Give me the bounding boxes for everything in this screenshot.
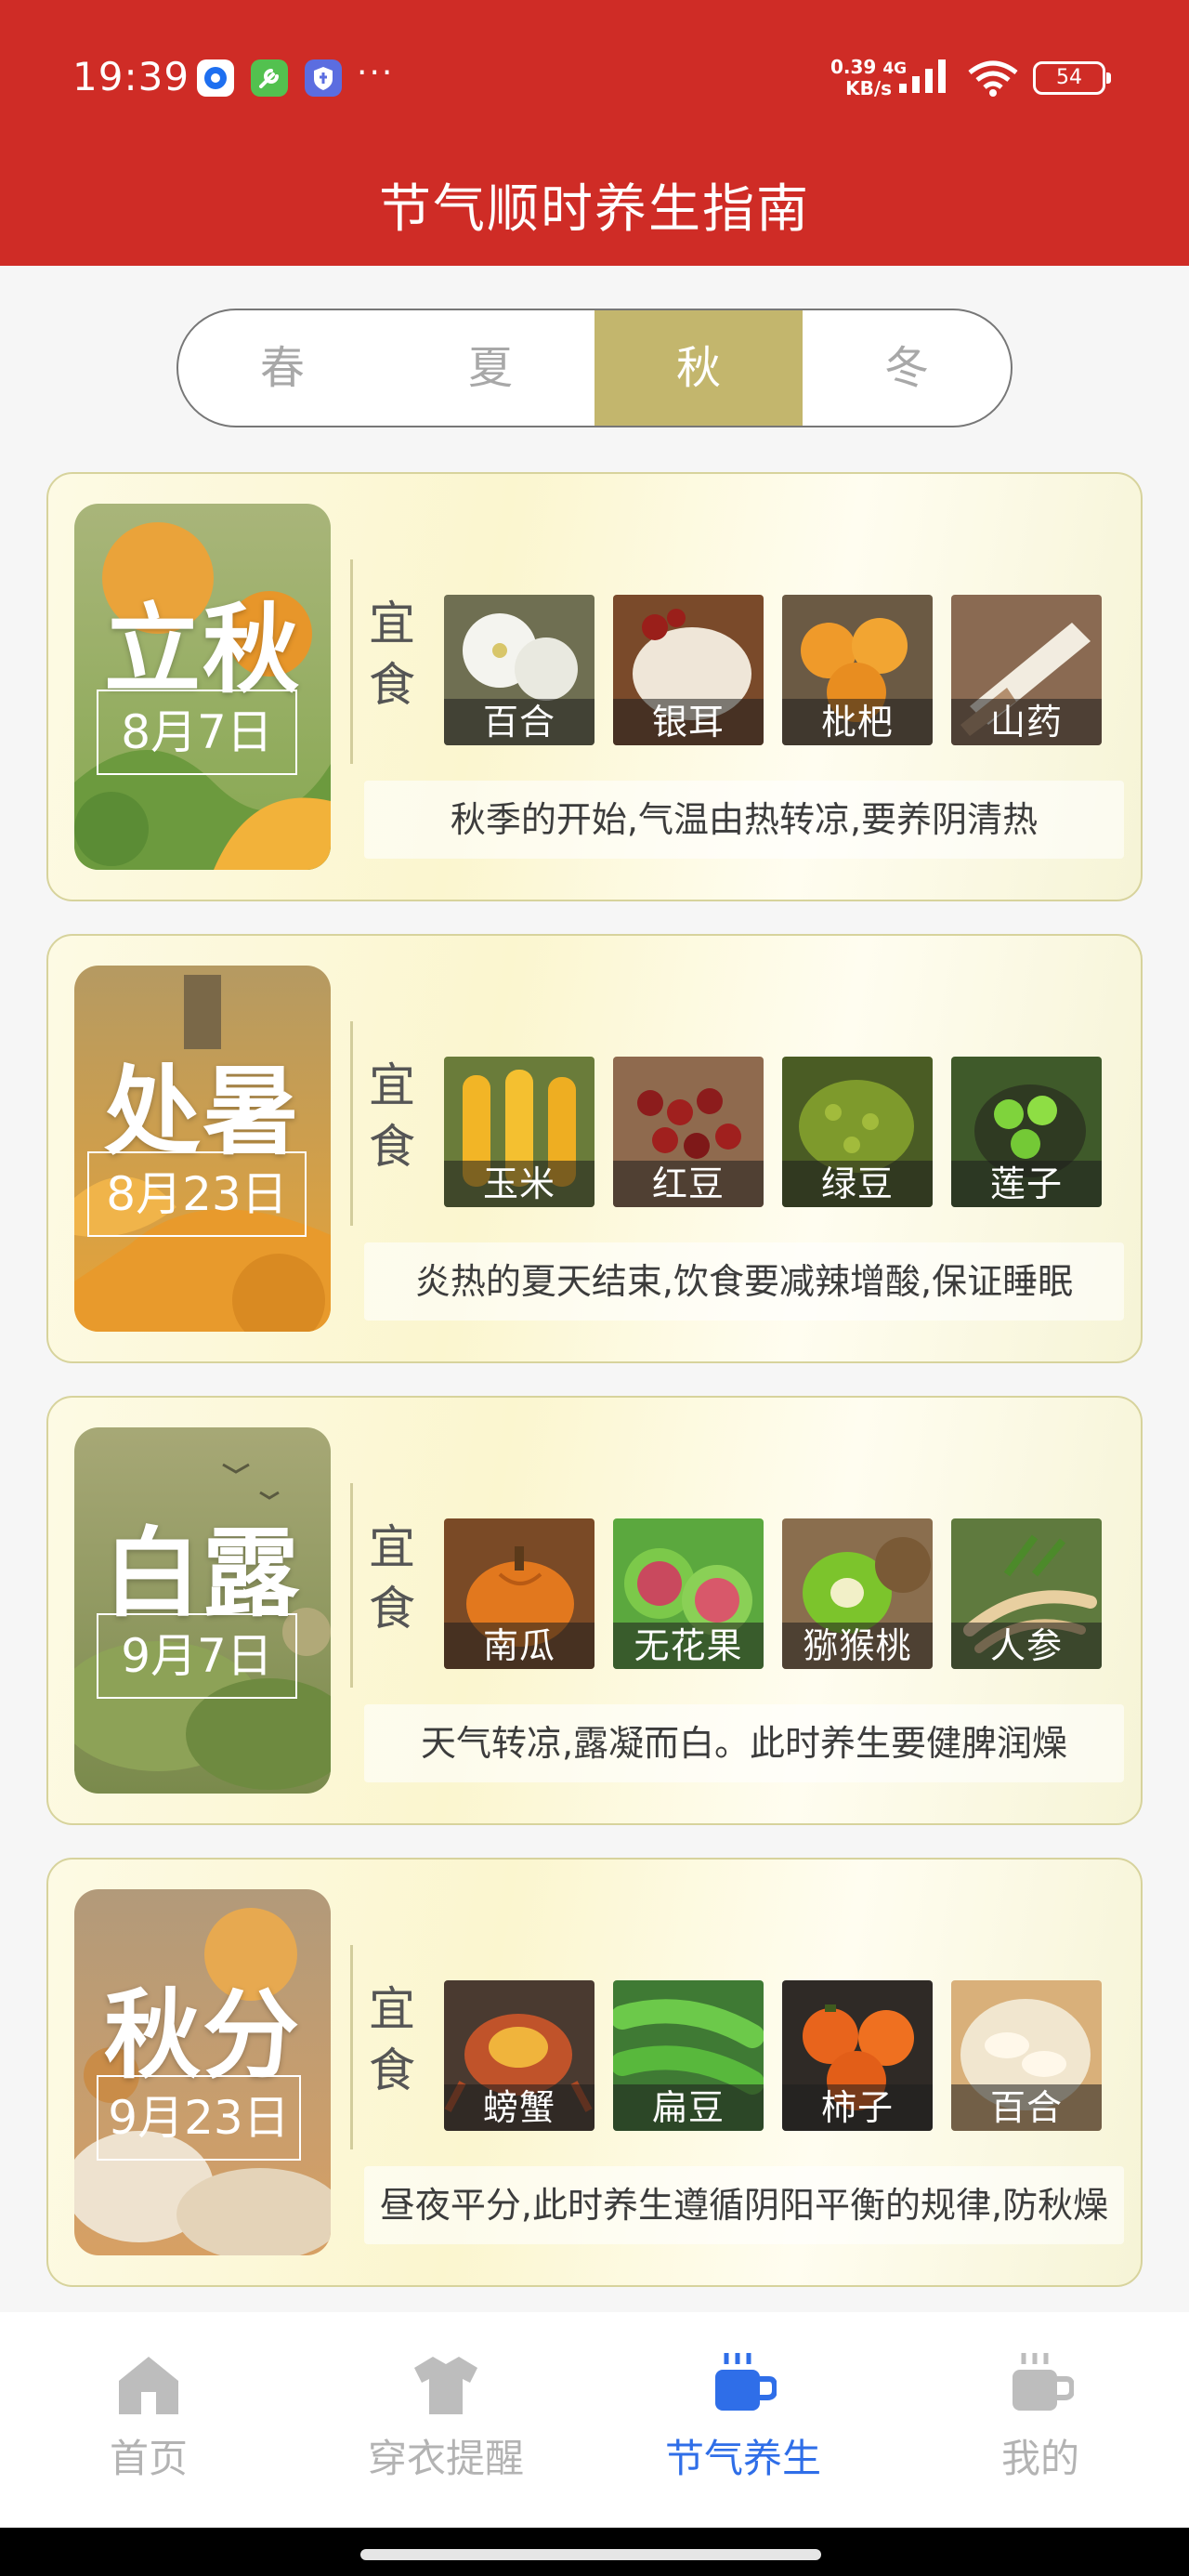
divider: [350, 1945, 353, 2149]
solar-term-description: 天气转凉,露凝而白。此时养生要健脾润燥: [364, 1704, 1124, 1782]
food-list: 南瓜 无花果 猕猴桃 人参: [444, 1518, 1105, 1669]
solar-term-description: 昼夜平分,此时养生遵循阴阳平衡的规律,防秋燥: [364, 2166, 1124, 2244]
food-item[interactable]: 绿豆: [782, 1057, 933, 1207]
solar-term-image: 处暑 8月23日: [74, 966, 331, 1332]
solar-term-image: 白露 9月7日: [74, 1427, 331, 1794]
tab-spring[interactable]: 春: [178, 310, 386, 426]
solar-term-card-chushu[interactable]: 处暑 8月23日 宜食 玉米 红豆 绿豆 莲子 炎热的夏天结束,饮食要减辣增酸,…: [46, 934, 1143, 1363]
solar-term-date: 8月7日: [97, 690, 297, 775]
shield-app-icon: [305, 59, 342, 97]
food-item[interactable]: 莲子: [951, 1057, 1102, 1207]
battery-icon: 54: [1033, 61, 1111, 95]
suitable-food-label: 宜食: [369, 1982, 415, 2097]
solar-term-description: 秋季的开始,气温由热转凉,要养阴清热: [364, 781, 1124, 859]
top-bar: 19:39 ··· 0.39 4G KB/s 54 节气顺时养生指南: [0, 0, 1189, 266]
divider: [350, 1483, 353, 1688]
food-item[interactable]: 百合: [444, 595, 594, 745]
food-item[interactable]: 玉米: [444, 1057, 594, 1207]
wifi-icon: [968, 60, 1018, 97]
food-item[interactable]: 山药: [951, 595, 1102, 745]
season-tabs: 春 夏 秋 冬: [176, 309, 1013, 427]
food-list: 百合 银耳 枇杷 山药: [444, 595, 1105, 745]
solar-term-date: 9月23日: [97, 2075, 301, 2161]
solar-term-image: 秋分 9月23日: [74, 1889, 331, 2255]
solar-term-card-qiufen[interactable]: 秋分 9月23日 宜食 螃蟹 扁豆 柿子 百合 昼夜平分,此时养生遵循阴阳平衡的…: [46, 1858, 1143, 2287]
nav-clothing-reminder[interactable]: 穿衣提醒: [334, 2351, 557, 2484]
home-indicator[interactable]: [360, 2549, 821, 2560]
solar-term-date: 9月7日: [97, 1613, 297, 1699]
food-item[interactable]: 柿子: [782, 1980, 933, 2131]
solar-term-date: 8月23日: [87, 1151, 307, 1237]
solar-term-image: 立秋 8月7日: [74, 504, 331, 870]
suitable-food-label: 宜食: [369, 597, 415, 712]
network-speed: 0.39 4G KB/s: [830, 56, 908, 99]
more-notifications-icon: ···: [357, 54, 395, 92]
cup-icon: [1013, 2353, 1074, 2411]
food-item[interactable]: 银耳: [613, 595, 764, 745]
nav-solar-term-health[interactable]: 节气养生: [632, 2351, 855, 2484]
tab-winter[interactable]: 冬: [803, 310, 1011, 426]
divider: [350, 1021, 353, 1226]
food-list: 玉米 红豆 绿豆 莲子: [444, 1057, 1105, 1207]
food-item[interactable]: 螃蟹: [444, 1980, 594, 2131]
cup-icon: [715, 2353, 777, 2411]
shirt-icon: [414, 2357, 477, 2414]
solar-term-description: 炎热的夏天结束,饮食要减辣增酸,保证睡眠: [364, 1242, 1124, 1321]
divider: [350, 559, 353, 764]
food-item[interactable]: 无花果: [613, 1518, 764, 1669]
solar-term-card-bailu[interactable]: 白露 9月7日 宜食 南瓜 无花果 猕猴桃 人参 天气转凉,露凝而白。此时养生要…: [46, 1396, 1143, 1825]
food-item[interactable]: 南瓜: [444, 1518, 594, 1669]
food-item[interactable]: 猕猴桃: [782, 1518, 933, 1669]
tool-app-icon: [251, 59, 288, 97]
food-item[interactable]: 枇杷: [782, 595, 933, 745]
food-item[interactable]: 百合: [951, 1980, 1102, 2131]
home-icon: [119, 2357, 178, 2414]
food-item[interactable]: 红豆: [613, 1057, 764, 1207]
suitable-food-label: 宜食: [369, 1058, 415, 1174]
food-list: 螃蟹 扁豆 柿子 百合: [444, 1980, 1105, 2131]
battery-level: 54: [1056, 66, 1082, 89]
food-item[interactable]: 人参: [951, 1518, 1102, 1669]
tab-summer[interactable]: 夏: [386, 310, 594, 426]
solar-term-card-liqiu[interactable]: 立秋 8月7日 宜食 百合 银耳 枇杷 山药 秋季的开始,气温由热转凉,要养阴清…: [46, 472, 1143, 901]
page-title: 节气顺时养生指南: [379, 179, 810, 240]
status-time: 19:39: [72, 54, 190, 99]
nav-home[interactable]: 首页: [37, 2351, 260, 2484]
food-item[interactable]: 扁豆: [613, 1980, 764, 2131]
nav-profile[interactable]: 我的: [929, 2351, 1152, 2484]
signal-icon: [899, 59, 946, 93]
chat-app-icon: [197, 59, 234, 97]
suitable-food-label: 宜食: [369, 1520, 415, 1636]
tab-autumn[interactable]: 秋: [594, 310, 803, 426]
bottom-nav: 首页 穿衣提醒 节气养生 我的: [0, 2312, 1189, 2528]
